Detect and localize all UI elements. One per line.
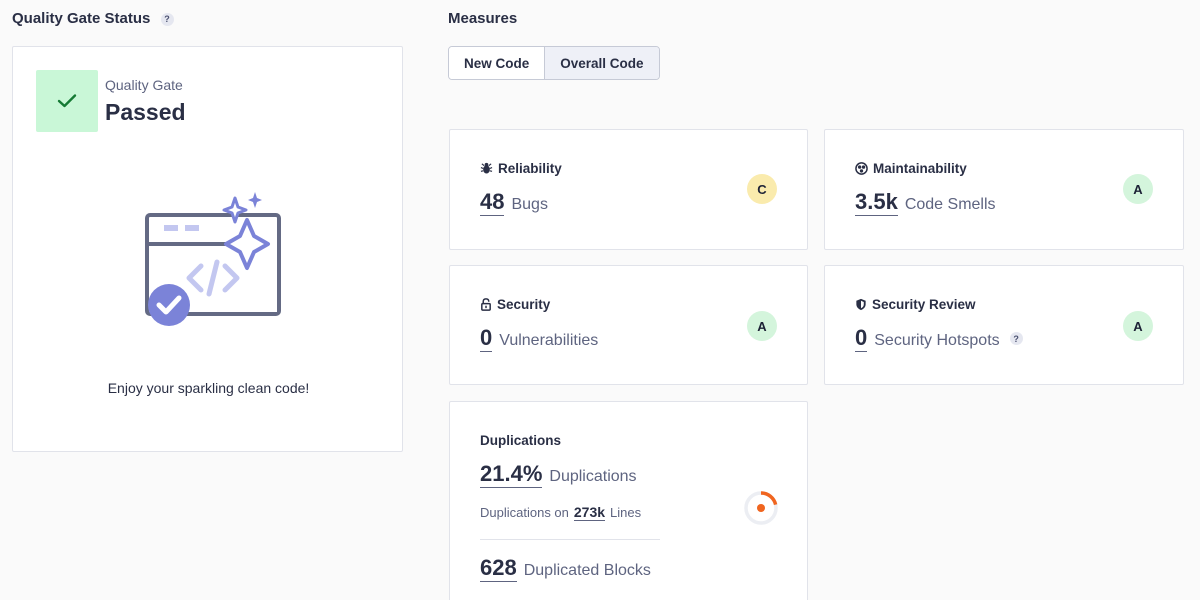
- quality-gate-title-text: Quality Gate Status: [12, 10, 151, 27]
- security-review-metric: 0 Security Hotspots ?: [855, 325, 1023, 352]
- security-review-title: Security Review: [855, 297, 976, 312]
- duplications-card: Duplications 21.4% Duplications Duplicat…: [449, 401, 808, 600]
- quality-gate-label: Quality Gate: [105, 77, 183, 93]
- checkmark-icon: [57, 94, 77, 108]
- security-title-text: Security: [497, 297, 551, 312]
- duplicated-blocks-metric: 628 Duplicated Blocks: [480, 555, 651, 582]
- security-card: Security 0 Vulnerabilities A: [449, 265, 808, 385]
- code-smells-count-link[interactable]: 3.5k: [855, 189, 898, 216]
- clean-code-illustration: [145, 192, 281, 326]
- duplications-lines-suffix: Lines: [610, 505, 642, 520]
- maintainability-metric: 3.5k Code Smells: [855, 189, 996, 216]
- quality-gate-passed-badge: [36, 70, 98, 132]
- security-review-rating-badge[interactable]: A: [1123, 311, 1153, 341]
- duplications-divider: [480, 539, 660, 540]
- security-review-title-text: Security Review: [872, 297, 976, 312]
- reliability-title: Reliability: [480, 161, 562, 176]
- reliability-title-text: Reliability: [498, 161, 562, 176]
- vulnerabilities-label: Vulnerabilities: [499, 332, 599, 349]
- duplications-title: Duplications: [480, 433, 562, 448]
- shield-icon: [856, 298, 866, 311]
- security-title: Security: [480, 297, 550, 312]
- duplicated-blocks-count-link[interactable]: 628: [480, 555, 517, 582]
- help-icon[interactable]: ?: [160, 12, 174, 26]
- duplications-metric: 21.4% Duplications: [480, 461, 637, 488]
- code-period-toggle: New Code Overall Code: [448, 46, 660, 80]
- duplicated-blocks-label: Duplicated Blocks: [523, 562, 651, 579]
- security-rating-badge[interactable]: A: [747, 311, 777, 341]
- reliability-rating-badge[interactable]: C: [747, 174, 777, 204]
- reliability-card: Reliability 48 Bugs C: [449, 129, 808, 250]
- tab-new-code[interactable]: New Code: [449, 47, 545, 79]
- lines-count-link[interactable]: 273k: [573, 504, 606, 521]
- duplications-percent-link[interactable]: 21.4%: [480, 461, 543, 488]
- security-hotspots-count-link[interactable]: 0: [855, 325, 868, 352]
- maintainability-title: Maintainability: [855, 161, 967, 176]
- security-review-card: Security Review 0 Security Hotspots ? A: [824, 265, 1184, 385]
- code-smells-label: Code Smells: [904, 196, 996, 213]
- lock-icon: [481, 298, 491, 311]
- duplications-lines-prefix: Duplications on: [480, 505, 569, 520]
- duplications-ring-arc: [760, 491, 778, 506]
- security-hotspots-label: Security Hotspots: [874, 332, 1000, 349]
- security-metric: 0 Vulnerabilities: [480, 325, 598, 352]
- smell-icon: [855, 162, 868, 175]
- tab-overall-code[interactable]: Overall Code: [544, 47, 659, 79]
- quality-gate-card: Quality Gate Passed Enjoy your sparkling…: [12, 46, 403, 452]
- maintainability-title-text: Maintainability: [873, 161, 967, 176]
- bugs-label: Bugs: [511, 196, 548, 213]
- bug-icon: [480, 162, 493, 174]
- help-icon[interactable]: ?: [1009, 332, 1023, 345]
- quality-gate-section-title: Quality Gate Status ?: [12, 10, 174, 27]
- vulnerabilities-count-link[interactable]: 0: [480, 325, 493, 352]
- duplications-ring-indicator[interactable]: [743, 490, 779, 526]
- duplications-ring-dot: [757, 504, 765, 512]
- maintainability-card: Maintainability 3.5k Code Smells A: [824, 129, 1184, 250]
- bugs-count-link[interactable]: 48: [480, 189, 505, 216]
- maintainability-rating-badge[interactable]: A: [1123, 174, 1153, 204]
- quality-gate-caption: Enjoy your sparkling clean code!: [107, 380, 310, 396]
- measures-section-title: Measures: [448, 10, 518, 27]
- quality-gate-status: Passed: [105, 99, 186, 125]
- duplications-label: Duplications: [549, 468, 637, 485]
- duplications-lines-row: Duplications on 273k Lines: [480, 504, 641, 521]
- reliability-metric: 48 Bugs: [480, 189, 548, 216]
